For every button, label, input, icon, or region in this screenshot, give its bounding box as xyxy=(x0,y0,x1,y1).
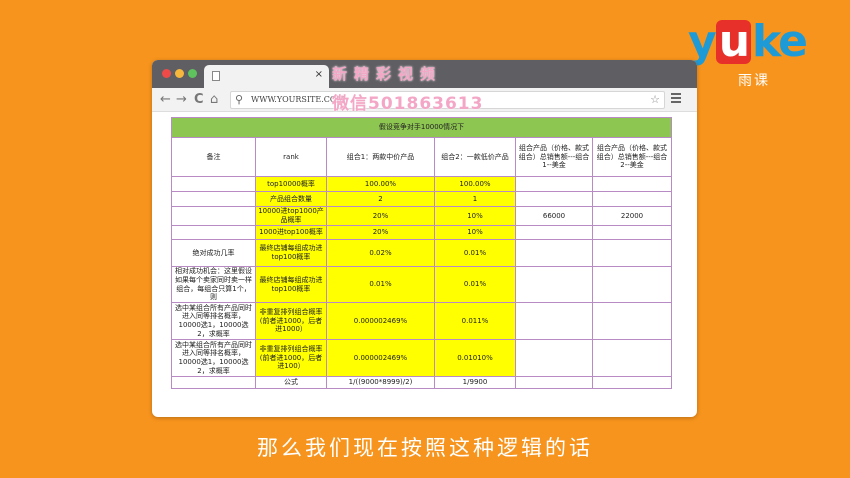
cell: 非重复排列组合概率(前者进1000，后者进100） xyxy=(255,339,327,377)
cell xyxy=(592,239,672,267)
cell: 最终店铺每组成功进top100概率 xyxy=(255,239,327,267)
cell: 2 xyxy=(326,191,435,207)
cell: 相对成功机会：这里假设如果每个卖家同时卖一样组合，每组合只算1个，则 xyxy=(171,266,256,303)
cell xyxy=(592,302,672,340)
cell: 非重复排列组合概率(前者进1000，后者进1000） xyxy=(255,302,327,340)
search-icon: ⚲ xyxy=(235,93,244,106)
cell xyxy=(515,239,593,267)
cell: 1/9900 xyxy=(434,376,516,389)
cell: 0.01010% xyxy=(434,339,516,377)
table-row: 相对成功机会：这里假设如果每个卖家同时卖一样组合，每组合只算1个，则 最终店铺每… xyxy=(171,266,672,303)
cell xyxy=(515,302,593,340)
header-rank: rank xyxy=(255,137,327,177)
cell xyxy=(171,376,256,389)
url-text: WWW.YOURSITE.COM xyxy=(251,95,345,104)
logo-wordmark: yuke xyxy=(688,16,808,67)
cell: 100.00% xyxy=(434,176,516,192)
cell xyxy=(515,225,593,240)
cell xyxy=(592,191,672,207)
cell: 0.000002469% xyxy=(326,302,435,340)
cell: 最终店铺每组成功进top100概率 xyxy=(255,266,327,303)
header-sales-combo2: 组合产品（价格、款式组合）总销售额---组合2--美金 xyxy=(592,137,672,177)
close-tab-icon[interactable]: × xyxy=(315,69,323,80)
table-row: 选中某组合所有产品同时进入同等排名概率，10000选1，10000选2，求概率 … xyxy=(171,339,672,377)
cell: 产品组合数量 xyxy=(255,191,327,207)
cell xyxy=(592,225,672,240)
cell: 选中某组合所有产品同时进入同等排名概率，10000选1，10000选2，求概率 xyxy=(171,302,256,340)
minimize-window-button[interactable] xyxy=(175,69,184,78)
probability-table: 假设竞争对手10000情况下 备注 rank 组合1：两款中价产品 组合2：一款… xyxy=(171,117,672,389)
cell: 选中某组合所有产品同时进入同等排名概率，10000选1，10000选2，求概率 xyxy=(171,339,256,377)
cell xyxy=(592,266,672,303)
table-row: 产品组合数量 2 1 xyxy=(171,191,672,207)
header-sales-combo1: 组合产品（价格、款式组合）总销售额---组合1--美金 xyxy=(515,137,593,177)
cell xyxy=(515,191,593,207)
cell: 10% xyxy=(434,225,516,240)
cell: 1000进top100概率 xyxy=(255,225,327,240)
cell: 0.01% xyxy=(326,266,435,303)
cell xyxy=(592,176,672,192)
cell: 绝对成功几率 xyxy=(171,239,256,267)
reload-icon[interactable]: C xyxy=(194,92,204,107)
logo-subtitle: 雨课 xyxy=(738,73,770,89)
browser-tab[interactable]: × xyxy=(204,65,329,88)
cell xyxy=(592,376,672,389)
close-window-button[interactable] xyxy=(162,69,171,78)
cell xyxy=(515,339,593,377)
tab-bar: × 新精彩视频 xyxy=(152,60,697,88)
cell xyxy=(171,206,256,226)
watermark-text: 新精彩视频 xyxy=(332,65,443,83)
cell: 10% xyxy=(434,206,516,226)
cell xyxy=(592,339,672,377)
cell: 20% xyxy=(326,206,435,226)
cell: 公式 xyxy=(255,376,327,389)
cell xyxy=(515,266,593,303)
cell xyxy=(171,225,256,240)
cell: 0.02% xyxy=(326,239,435,267)
menu-icon[interactable] xyxy=(671,93,681,105)
cell xyxy=(515,176,593,192)
bookmark-star-icon[interactable]: ☆ xyxy=(650,93,660,106)
cell xyxy=(171,176,256,192)
cell: 0.01% xyxy=(434,239,516,267)
cell: 1 xyxy=(434,191,516,207)
cell: 1/((9000*8999)/2) xyxy=(326,376,435,389)
browser-window: × 新精彩视频 ← → C ⌂ ⚲ WWW.YOURSITE.COM ☆ 微信5… xyxy=(152,60,697,417)
cell: 0.000002469% xyxy=(326,339,435,377)
back-icon[interactable]: ← xyxy=(160,92,171,107)
cell: top10000概率 xyxy=(255,176,327,192)
cell xyxy=(171,191,256,207)
header-note: 备注 xyxy=(171,137,256,177)
header-combo2: 组合2：一款低价产品 xyxy=(434,137,516,177)
video-caption: 那么我们现在按照这种逻辑的话 xyxy=(257,436,593,460)
table-row: 公式 1/((9000*8999)/2) 1/9900 xyxy=(171,376,672,389)
table-row: 1000进top100概率 20% 10% xyxy=(171,225,672,240)
home-icon[interactable]: ⌂ xyxy=(210,92,218,107)
cell: 0.01% xyxy=(434,266,516,303)
header-combo1: 组合1：两款中价产品 xyxy=(326,137,435,177)
cell: 0.011% xyxy=(434,302,516,340)
cell: 22000 xyxy=(592,206,672,226)
table-row: 选中某组合所有产品同时进入同等排名概率，10000选1，10000选2，求概率 … xyxy=(171,302,672,340)
table-row: top10000概率 100.00% 100.00% xyxy=(171,176,672,192)
cell xyxy=(515,376,593,389)
table-row: 10000进top1000产品概率 20% 10% 66000 22000 xyxy=(171,206,672,226)
document-icon xyxy=(212,71,220,81)
spreadsheet: 假设竞争对手10000情况下 备注 rank 组合1：两款中价产品 组合2：一款… xyxy=(171,117,672,389)
table-title: 假设竞争对手10000情况下 xyxy=(171,117,672,138)
cell: 100.00% xyxy=(326,176,435,192)
cell: 10000进top1000产品概率 xyxy=(255,206,327,226)
forward-icon[interactable]: → xyxy=(176,92,187,107)
maximize-window-button[interactable] xyxy=(188,69,197,78)
address-bar: ← → C ⌂ ⚲ WWW.YOURSITE.COM ☆ 微信501863613 xyxy=(152,88,697,114)
cell: 66000 xyxy=(515,206,593,226)
watermark-wechat: 微信501863613 xyxy=(332,94,484,114)
cell: 20% xyxy=(326,225,435,240)
table-row: 绝对成功几率 最终店铺每组成功进top100概率 0.02% 0.01% xyxy=(171,239,672,267)
yuke-logo: yuke 雨课 xyxy=(688,20,818,100)
